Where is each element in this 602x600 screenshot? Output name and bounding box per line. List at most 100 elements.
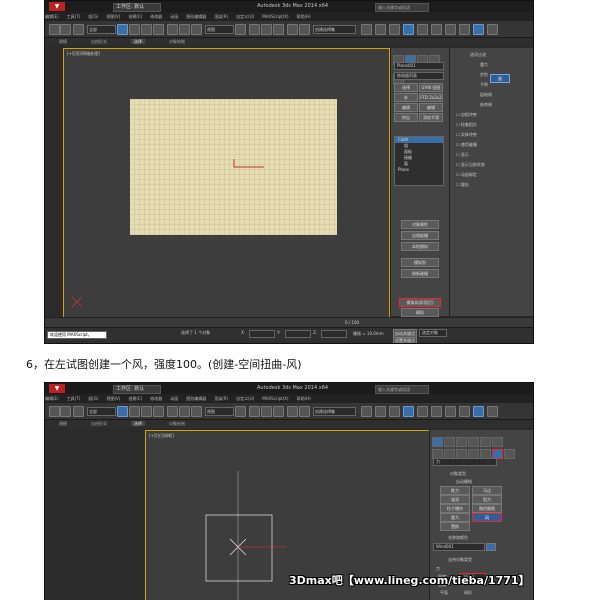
snap-icon[interactable]	[249, 24, 260, 35]
app-logo-icon[interactable]: ▼	[49, 384, 65, 393]
simulate-to-button[interactable]: 模拟到	[401, 258, 439, 267]
rollout-item[interactable]: ☐ 使用碰撞	[456, 142, 477, 148]
menu-item[interactable]: 图形编辑器	[186, 14, 206, 19]
render-icon[interactable]	[445, 406, 456, 417]
ribbon-tab[interactable]: 对象绘制	[169, 39, 185, 44]
active-shade-icon[interactable]	[473, 24, 484, 35]
pbomb-button[interactable]: 粒子爆炸	[440, 504, 470, 513]
y-coord-field[interactable]	[285, 330, 311, 338]
systems-icon[interactable]	[504, 449, 515, 459]
angle-snap-icon[interactable]	[261, 406, 272, 417]
rollout-item[interactable]: ☐ 缓存	[456, 182, 469, 188]
render-frame-icon[interactable]	[431, 24, 442, 35]
search-input[interactable]: 键入关键字或短语	[375, 385, 429, 394]
name-color-header[interactable]: 名称和颜色	[448, 535, 468, 541]
object-name-field[interactable]: Plane001	[394, 62, 444, 70]
params-header[interactable]: 支持对象类型	[448, 557, 472, 563]
material-editor-icon[interactable]	[403, 406, 414, 417]
modifier-button-2[interactable]: UVW 贴图	[419, 83, 443, 92]
planar-radio[interactable]: 平面	[440, 590, 448, 596]
gravity-button[interactable]: 重力	[440, 513, 470, 522]
object-type-header[interactable]: 对象类型	[450, 471, 466, 477]
named-selection-dropdown[interactable]: 创建选择集	[313, 407, 356, 416]
render-icon[interactable]	[445, 24, 456, 35]
rollout-item[interactable]: 重力	[480, 62, 488, 68]
menu-item[interactable]: 渲染(R)	[214, 396, 228, 401]
modifier-button-5[interactable]: 编辑	[394, 103, 418, 112]
menu-item[interactable]: 创建(C)	[128, 396, 142, 401]
selection-filter-dropdown[interactable]: 全部	[87, 407, 116, 416]
material-editor-icon[interactable]	[403, 24, 414, 35]
align-icon[interactable]	[299, 24, 310, 35]
refresh-collision-button[interactable]: 刷新碰撞	[401, 269, 439, 278]
rollout-item[interactable]: 步阶	[480, 72, 488, 78]
window-crossing-icon[interactable]	[153, 406, 164, 417]
stack-item[interactable]: Plane	[395, 167, 443, 173]
object-properties-button[interactable]: 对象属性	[401, 220, 439, 229]
active-shade-icon[interactable]	[473, 406, 484, 417]
curve-editor-icon[interactable]	[375, 406, 386, 417]
modifier-button-1[interactable]: 选择	[394, 83, 418, 92]
menu-item[interactable]: 修改器	[150, 14, 162, 19]
ribbon-tab[interactable]: 对象绘制	[169, 421, 185, 426]
render-setup-icon[interactable]	[417, 24, 428, 35]
snap-icon[interactable]	[249, 406, 260, 417]
select-object-icon[interactable]	[117, 406, 128, 417]
rollout-item[interactable]: ☐ 动画绑定	[456, 172, 477, 178]
object-name-field[interactable]: Wind001	[433, 543, 485, 551]
workspace-dropdown[interactable]: 工作区: 默认	[113, 385, 161, 394]
ribbon-tab[interactable]: 选择	[131, 421, 145, 426]
align-icon[interactable]	[299, 406, 310, 417]
reference-coord-dropdown[interactable]: 视图	[205, 25, 234, 34]
spherical-radio[interactable]: 球形	[464, 590, 472, 596]
pivot-icon[interactable]	[235, 24, 246, 35]
schematic-view-icon[interactable]	[389, 406, 400, 417]
layer-icon[interactable]	[361, 406, 372, 417]
drag-button[interactable]: 阻力	[472, 495, 502, 504]
rotate-icon[interactable]	[179, 24, 190, 35]
workspace-dropdown[interactable]: 工作区: 默认	[113, 3, 161, 12]
render-setup-icon[interactable]	[417, 406, 428, 417]
menu-item[interactable]: 组(G)	[88, 396, 98, 401]
modifier-button-3[interactable]: 补	[394, 93, 418, 102]
local-simulate-button[interactable]: 本地模拟	[401, 242, 439, 251]
menu-item[interactable]: MAXScript(X)	[262, 14, 288, 19]
move-icon[interactable]	[167, 24, 178, 35]
menu-item[interactable]: 修改器	[150, 396, 162, 401]
mirror-icon[interactable]	[287, 24, 298, 35]
object-color-swatch[interactable]	[486, 543, 496, 551]
menu-item[interactable]: 动画	[170, 396, 178, 401]
menu-item[interactable]: 工具(T)	[67, 14, 81, 19]
menu-item[interactable]: 图形编辑器	[186, 396, 206, 401]
wind-button[interactable]: 风	[472, 513, 502, 522]
select-object-icon[interactable]	[117, 24, 128, 35]
rollout-item[interactable]: ☐ 显示	[456, 152, 469, 158]
select-by-name-icon[interactable]	[129, 406, 140, 417]
menu-item[interactable]: 帮助(H)	[297, 14, 311, 19]
ribbon-tab[interactable]: 建模	[59, 39, 67, 44]
redo-icon[interactable]	[60, 406, 71, 417]
link-icon[interactable]	[73, 24, 84, 35]
menu-item[interactable]: 动画	[170, 14, 178, 19]
menu-item[interactable]: 编辑(E)	[45, 14, 59, 19]
mirror-icon[interactable]	[287, 406, 298, 417]
menu-item[interactable]: MAXScript(X)	[262, 396, 288, 401]
modifier-button-6[interactable]: 编辑	[419, 103, 443, 112]
link-icon[interactable]	[73, 406, 84, 417]
force-category-dropdown[interactable]: 力	[433, 458, 497, 466]
scale-icon[interactable]	[191, 406, 202, 417]
rect-select-icon[interactable]	[141, 24, 152, 35]
extra-tool-icon[interactable]	[487, 24, 498, 35]
modifier-button-4[interactable]: FFD 2x2x2	[419, 93, 443, 102]
rollout-item[interactable]: 结束帧	[480, 102, 492, 108]
rotate-icon[interactable]	[179, 406, 190, 417]
z-coord-field[interactable]	[321, 330, 347, 338]
percent-snap-icon[interactable]	[273, 24, 284, 35]
maxscript-listener[interactable]: 欢迎使用 MAXScript。	[47, 331, 107, 339]
rect-select-icon[interactable]	[141, 406, 152, 417]
rollout-item[interactable]: ☐ 检查相交	[456, 122, 477, 128]
select-by-name-icon[interactable]	[129, 24, 140, 35]
menu-item[interactable]: 创建(C)	[128, 14, 142, 19]
rollout-item[interactable]: ☐ 实体冲突	[456, 132, 477, 138]
motor-button[interactable]: 马达	[472, 486, 502, 495]
